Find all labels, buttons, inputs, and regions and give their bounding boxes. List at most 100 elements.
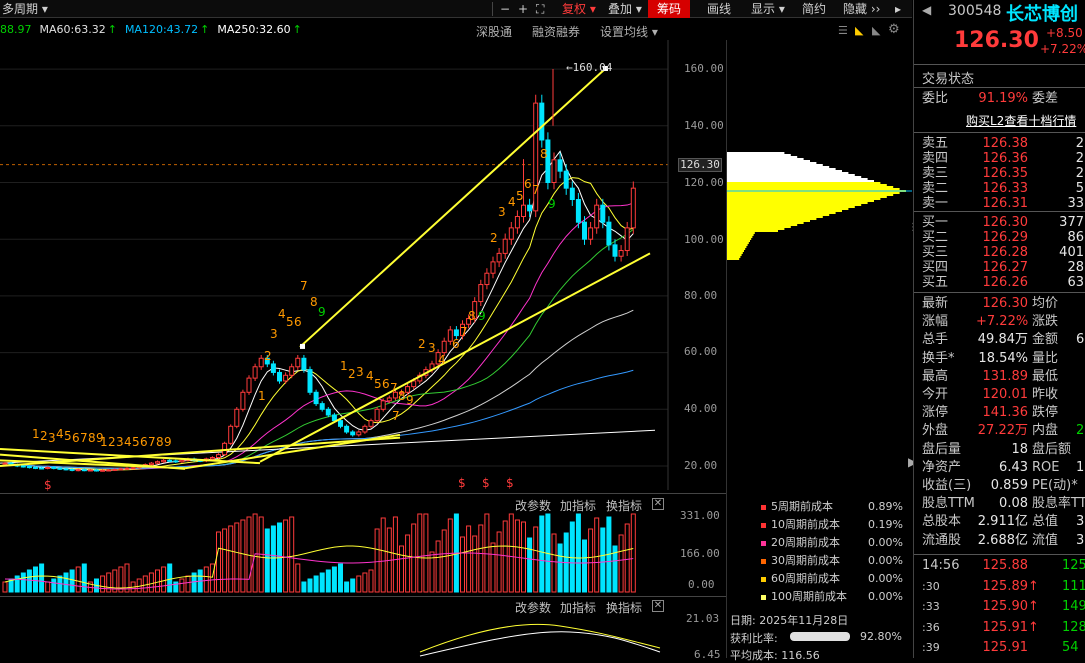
tick-price: 125.88 — [982, 558, 1029, 573]
overlay-dropdown[interactable]: 叠加 ▾ — [608, 0, 642, 18]
svg-text:8: 8 — [398, 389, 406, 403]
cost-color-mark — [761, 595, 766, 600]
restore-dropdown[interactable]: 复权 ▾ — [562, 0, 596, 18]
quote-label: 总股本 — [922, 514, 962, 530]
kline-chart[interactable]: 12345 678912 3 45 6 78 972 34678 9234 56 7891 2 3 4 5 6… — [0, 40, 726, 490]
bid-volume: 63 — [1067, 275, 1084, 290]
cost-name: 5周期前成本 — [771, 500, 833, 513]
period-dropdown[interactable]: 多周期 ▾ — [2, 0, 48, 18]
divider — [914, 292, 1085, 293]
price-axis-label: 120.00 — [684, 176, 724, 189]
ma-up-arrow-icon: ↑ — [107, 23, 117, 36]
quote-value: 0.08 — [999, 496, 1028, 512]
chip-menu-icon[interactable]: ☰ — [838, 24, 848, 37]
svg-text:1: 1 — [100, 435, 108, 449]
quote-panel: ◀ 300548 长芯博创 126.30 +8.50 +7.22% 交易状态 委… — [913, 0, 1085, 658]
ind-close-icon[interactable]: ✕ — [652, 600, 664, 612]
tick-up-arrow-icon: ↑ — [1028, 599, 1039, 614]
quote-label: 股息TTM — [922, 496, 975, 512]
tick-time: :33 — [922, 600, 940, 613]
svg-text:1: 1 — [258, 389, 266, 403]
deep-connect-button[interactable]: 深股通 — [476, 23, 512, 40]
cost-item: 30周期前成本 0.00% — [757, 552, 907, 570]
minus-button[interactable]: − — [500, 0, 510, 18]
quote-label-2: 股息率TTM — [1032, 496, 1085, 512]
tick-price: 125.89 — [982, 578, 1029, 594]
cost-name: 100周期前成本 — [771, 590, 847, 603]
tick-price: 125.90 — [982, 599, 1029, 614]
quote-label-2: 总值 — [1032, 514, 1059, 530]
tick-row: :39 125.91 54 — [914, 639, 1085, 657]
quote-label: 收益(三) — [922, 478, 972, 493]
quote-value-2: 6 — [1076, 332, 1085, 348]
td-count-labels: 12345 678912 3 45 6 78 972 34678 9234 56 7891 2 3 4 5 6… — [32, 147, 556, 449]
weibi-row: 委比 91.19% 委差 — [914, 90, 1085, 108]
tick-time: :30 — [922, 579, 940, 593]
quote-label: 外盘 — [922, 423, 949, 439]
svg-text:7: 7 — [148, 435, 156, 449]
vol-close-icon[interactable]: ✕ — [652, 498, 664, 510]
quote-row: 换手* 18.54% 量比 — [914, 350, 1085, 368]
plus-button[interactable]: + — [518, 0, 528, 18]
svg-text:9: 9 — [318, 305, 326, 319]
quote-value: 141.36 — [982, 405, 1029, 421]
l2-link[interactable]: 购买L2查看十档行情 — [966, 112, 1076, 129]
hide-label: 隐藏 — [843, 2, 868, 16]
chip-settings-icon[interactable]: ⚙ — [888, 22, 900, 37]
panel-divider — [0, 596, 726, 597]
quote-label-2: PE(动)* — [1032, 478, 1078, 493]
ma-item-2: MA120:43.72 — [124, 23, 199, 36]
svg-text:4: 4 — [124, 435, 132, 449]
svg-text:3: 3 — [48, 431, 56, 445]
cost-pct: 0.00% — [868, 536, 903, 549]
chip-flag-icon[interactable]: ◣ — [872, 24, 880, 37]
quote-value: 2.688亿 — [977, 532, 1028, 548]
quote-label-2: 金额 — [1032, 332, 1059, 348]
tick-volume: 54 — [1062, 640, 1079, 655]
prev-stock-icon[interactable]: ◀ — [922, 3, 931, 17]
svg-text:2: 2 — [40, 429, 48, 443]
ma-item-3: MA250:32.60 — [217, 23, 291, 36]
price-axis-label: 100.00 — [684, 233, 724, 246]
margin-trading-button[interactable]: 融资融券 — [532, 23, 580, 40]
quote-label: 最高 — [922, 368, 949, 384]
ma-settings-dropdown[interactable]: 设置均线 ▾ — [600, 23, 658, 40]
cost-name: 10周期前成本 — [771, 518, 840, 531]
svg-text:5: 5 — [374, 377, 382, 391]
display-dropdown[interactable]: 显示 ▾ — [751, 0, 785, 18]
quote-label: 最新 — [922, 296, 949, 311]
bid-price: 126.26 — [982, 275, 1029, 290]
quote-label-2: 内盘 — [1032, 423, 1059, 439]
svg-text:2: 2 — [108, 435, 116, 449]
tick-price: 125.91 — [982, 640, 1029, 655]
quote-value-2: 2 — [1076, 423, 1085, 439]
indicator-chart — [419, 623, 661, 657]
signal-mark: $ — [458, 476, 466, 490]
quote-value: 2.911亿 — [977, 514, 1028, 530]
quote-row: 收益(三) 0.859 PE(动)* — [914, 477, 1085, 495]
svg-text:8: 8 — [156, 435, 164, 449]
ma-up-arrow-icon: ↑ — [200, 23, 210, 36]
quote-label: 换手* — [922, 350, 955, 366]
svg-text:7: 7 — [300, 279, 308, 293]
hide-button[interactable]: 隐藏 ›› — [843, 0, 880, 18]
more-icon[interactable]: ▸ — [895, 0, 901, 18]
tick-time: 14:56 — [922, 558, 960, 573]
fullscreen-icon[interactable]: ⛶ — [536, 0, 544, 18]
svg-text:6: 6 — [294, 315, 302, 329]
svg-text:8: 8 — [468, 309, 476, 323]
svg-text:8: 8 — [310, 295, 318, 309]
chip-flag-active-icon[interactable]: ◣ — [855, 24, 863, 37]
panel-divider — [0, 493, 726, 494]
quote-label: 盘后量 — [922, 441, 962, 457]
tick-up-arrow-icon: ↑ — [1028, 619, 1039, 635]
tick-time: :36 — [922, 620, 940, 634]
svg-text:6: 6 — [452, 337, 460, 351]
quote-value-2: 3 — [1076, 532, 1085, 548]
quote-label: 总手 — [922, 332, 949, 348]
simple-button[interactable]: 简约 — [802, 0, 826, 18]
quote-label-2: 量比 — [1032, 350, 1059, 366]
cost-pct: 0.00% — [868, 590, 903, 603]
ma-up-arrow-icon: ↑ — [292, 23, 302, 36]
display-label: 显示 — [751, 2, 776, 16]
